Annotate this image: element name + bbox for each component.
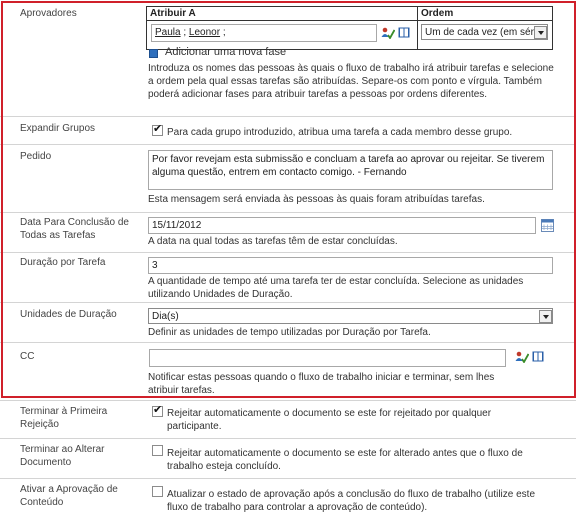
content-approval-checkbox-label: Atualizar o estado de aprovação após a c… bbox=[167, 489, 536, 513]
end-on-rejection-label: Terminar à Primeira Rejeição bbox=[20, 406, 108, 430]
end-on-rejection-checkbox[interactable] bbox=[152, 403, 163, 417]
workflow-form: Aprovadores Atribuir A Ordem Paula ; Leo… bbox=[0, 0, 576, 518]
end-on-change-checkbox-label: Rejeitar automaticamente o documento se … bbox=[167, 448, 523, 472]
end-on-change-checkbox[interactable] bbox=[152, 445, 163, 456]
end-on-change-section: Terminar ao Alterar Documento Rejeitar a… bbox=[0, 438, 576, 479]
end-on-change-label: Terminar ao Alterar Documento bbox=[20, 444, 105, 468]
end-on-rejection-section: Terminar à Primeira Rejeição Rejeitar au… bbox=[0, 400, 576, 439]
content-approval-label: Ativar a Aprovação de Conteúdo bbox=[20, 484, 118, 508]
highlight-frame bbox=[1, 1, 576, 398]
content-approval-checkbox[interactable] bbox=[152, 486, 163, 497]
content-approval-section: Ativar a Aprovação de Conteúdo Atualizar… bbox=[0, 478, 576, 519]
end-on-rejection-checkbox-label: Rejeitar automaticamente o documento se … bbox=[167, 408, 492, 432]
